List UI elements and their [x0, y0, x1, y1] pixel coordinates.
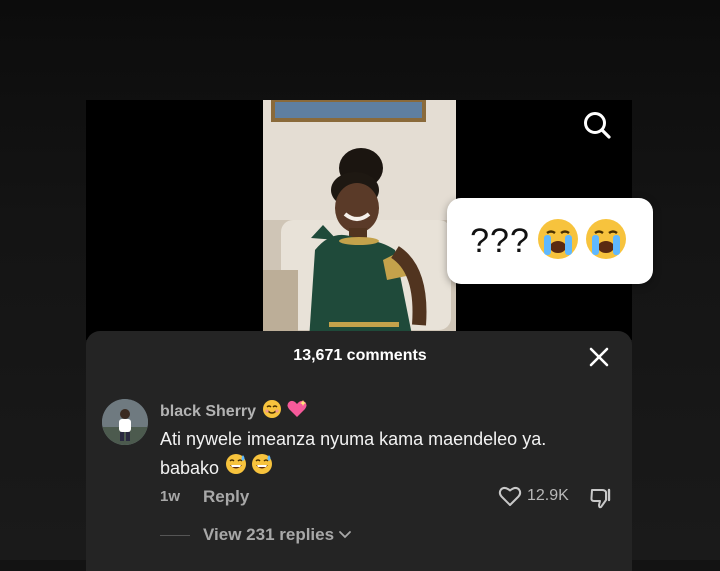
search-button[interactable] [578, 106, 616, 144]
comment-username[interactable]: black Sherry [160, 403, 256, 421]
like-button[interactable]: 12.9K [498, 485, 569, 507]
sparkling-heart-emoji [286, 399, 308, 424]
like-count: 12.9K [527, 487, 569, 504]
comment-text-line2-row: babako [160, 453, 620, 483]
dislike-icon [590, 488, 611, 509]
heart-icon [498, 487, 522, 506]
comment-timestamp: 1w [160, 488, 181, 505]
comment-text-line1: Ati nywele imeanza nyuma kama maendeleo … [160, 429, 547, 449]
close-comments-button[interactable] [585, 343, 613, 371]
smiling-face-emoji [262, 399, 282, 424]
search-icon [584, 112, 611, 139]
reply-sticker-bubble: ??? [447, 198, 653, 284]
loudly-crying-face-emoji [536, 217, 580, 266]
chevron-down-icon [339, 531, 351, 539]
view-replies-label[interactable]: View 231 replies [203, 525, 334, 545]
view-replies-button[interactable]: View 231 replies [203, 525, 352, 545]
avatar[interactable] [102, 399, 148, 445]
comment-body: Ati nywele imeanza nyuma kama maendeleo … [160, 426, 620, 483]
comment-text-line2: babako [160, 457, 220, 478]
bubble-text: ??? [470, 221, 530, 260]
reply-button[interactable]: Reply [203, 487, 249, 507]
close-icon [589, 347, 609, 367]
grinning-sweat-emoji [225, 453, 247, 483]
comment-username-row[interactable]: black Sherry [160, 399, 310, 424]
replies-divider [160, 535, 190, 536]
loudly-crying-face-emoji [584, 217, 628, 266]
video-thumbnail[interactable] [263, 100, 456, 340]
grinning-sweat-emoji [251, 453, 273, 483]
dislike-button[interactable] [588, 485, 614, 511]
video-frame-image [263, 100, 456, 340]
